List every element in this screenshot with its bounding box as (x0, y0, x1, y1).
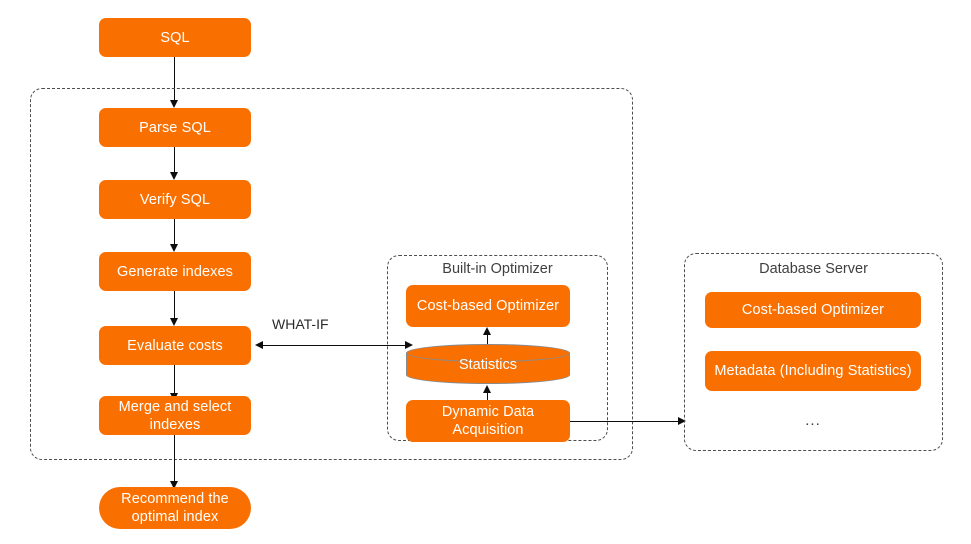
connector-generate-to-evaluate (174, 291, 176, 319)
node-evaluate-costs[interactable]: Evaluate costs (99, 326, 251, 365)
connector-parse-to-verify (174, 147, 176, 172)
node-generate-indexes[interactable]: Generate indexes (99, 252, 251, 291)
node-statistics-label: Statistics (458, 357, 517, 373)
node-db-metadata[interactable]: Metadata (Including Statistics) (705, 351, 921, 391)
node-statistics-cylinder[interactable]: Statistics (406, 344, 570, 386)
node-dynamic-data-acquisition[interactable]: Dynamic Data Acquisition (406, 400, 570, 442)
node-dynamic-data-acquisition-label: Dynamic Data Acquisition (441, 404, 535, 438)
node-verify-sql[interactable]: Verify SQL (99, 180, 251, 219)
node-builtin-cost-based-optimizer-label: Cost-based Optimizer (416, 298, 560, 314)
node-merge-select-indexes[interactable]: Merge and select indexes (99, 396, 251, 435)
arrow-statistics-to-cost-optimizer (483, 327, 491, 335)
connector-merge-to-recommend (174, 435, 176, 482)
node-verify-sql-label: Verify SQL (139, 191, 211, 208)
edge-label-what-if: WHAT-IF (272, 316, 329, 332)
node-parse-sql[interactable]: Parse SQL (99, 108, 251, 147)
node-db-metadata-label: Metadata (Including Statistics) (714, 363, 912, 379)
arrow-verify-to-generate (170, 244, 178, 252)
arrow-what-if-left (255, 341, 263, 349)
node-db-cost-based-optimizer[interactable]: Cost-based Optimizer (705, 292, 921, 328)
connector-what-if (262, 345, 405, 347)
node-evaluate-costs-label: Evaluate costs (127, 337, 223, 354)
connector-dda-to-database-server (570, 421, 679, 423)
arrow-generate-to-evaluate (170, 318, 178, 326)
diagram-canvas: SQL SQL Engine Parse SQL Verify SQL Gene… (0, 0, 971, 544)
database-server-ellipsis: ... (805, 412, 821, 429)
node-recommend-optimal-index[interactable]: Recommend the optimal index (99, 487, 251, 529)
connector-verify-to-generate (174, 219, 176, 244)
group-builtin-optimizer-title: Built-in Optimizer (442, 261, 553, 277)
arrow-dda-to-statistics (483, 385, 491, 393)
connector-evaluate-to-merge (174, 365, 176, 394)
node-sql-label: SQL (160, 29, 190, 46)
arrow-parse-to-verify (170, 172, 178, 180)
group-database-server-title: Database Server (759, 261, 868, 277)
node-sql[interactable]: SQL (99, 18, 251, 57)
node-parse-sql-label: Parse SQL (139, 119, 211, 136)
node-builtin-cost-based-optimizer[interactable]: Cost-based Optimizer (406, 285, 570, 327)
node-generate-indexes-label: Generate indexes (116, 263, 234, 280)
node-merge-select-indexes-label: Merge and select indexes (118, 398, 232, 433)
node-db-cost-based-optimizer-label: Cost-based Optimizer (741, 302, 885, 318)
node-recommend-optimal-index-label: Recommend the optimal index (121, 491, 229, 525)
